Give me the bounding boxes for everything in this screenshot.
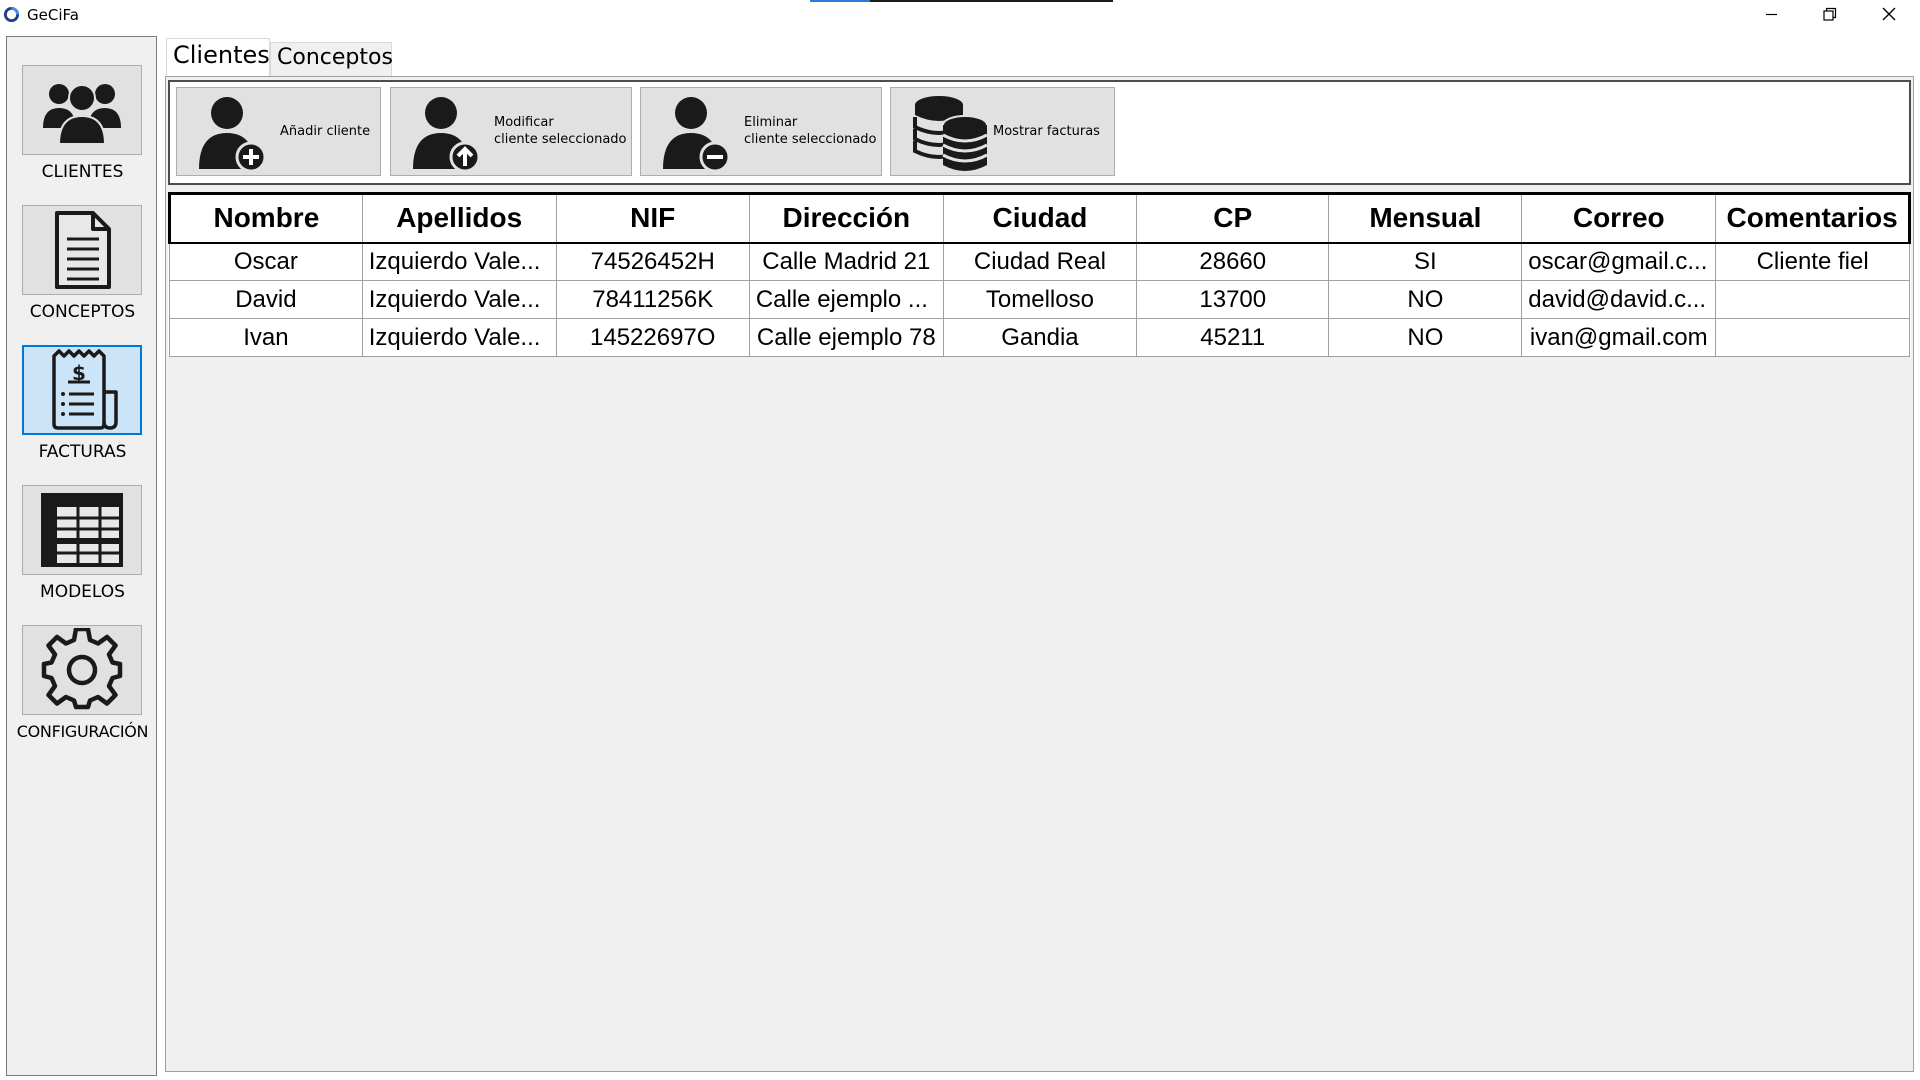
column-header-apellidos[interactable]: Apellidos (361, 192, 557, 244)
cell-nif[interactable]: 78411256K (555, 280, 750, 319)
cell-correo[interactable]: oscar@gmail.c... (1521, 242, 1717, 281)
cell-cp[interactable]: 45211 (1136, 318, 1330, 357)
cell-apellidos[interactable]: Izquierdo Vale... (361, 280, 557, 319)
table-row[interactable]: Oscar Izquierdo Vale... 74526452H Calle … (169, 242, 1910, 281)
cell-direccion[interactable]: Calle ejemplo ... (748, 280, 944, 319)
window-title: GeCiFa (27, 6, 79, 24)
sidebar-label-conceptos: CONCEPTOS (29, 302, 136, 322)
clientes-panel: Añadir cliente Modificar cliente selecci… (165, 76, 1914, 1072)
cell-comentarios[interactable] (1715, 280, 1910, 319)
users-icon (43, 84, 121, 145)
cell-apellidos[interactable]: Izquierdo Vale... (361, 242, 557, 281)
show-invoices-button[interactable]: Mostrar facturas (890, 87, 1115, 176)
column-header-direccion[interactable]: Dirección (748, 192, 944, 244)
sidebar: CLIENTES CONCEPTOS $ FACTURAS MODELOS CO… (6, 36, 157, 1076)
title-progress-indicator (810, 0, 870, 2)
table-row[interactable]: David Izquierdo Vale... 78411256K Calle … (169, 280, 1910, 319)
gear-icon (41, 628, 123, 710)
column-header-ciudad[interactable]: Ciudad (942, 192, 1138, 244)
edit-user-icon (413, 97, 481, 173)
sidebar-button-clientes[interactable] (22, 65, 142, 155)
add-client-button[interactable]: Añadir cliente (176, 87, 381, 176)
cell-apellidos[interactable]: Izquierdo Vale... (361, 318, 557, 357)
cell-comentarios[interactable]: Cliente fiel (1715, 242, 1910, 281)
cell-ciudad[interactable]: Tomelloso (942, 280, 1138, 319)
sidebar-item-configuracion[interactable]: CONFIGURACIÓN (7, 625, 158, 765)
restore-icon[interactable] (1801, 0, 1859, 30)
sidebar-item-facturas[interactable]: $ FACTURAS (7, 345, 158, 485)
delete-client-button[interactable]: Eliminar cliente seleccionado (640, 87, 882, 176)
cell-direccion[interactable]: Calle ejemplo 78 (748, 318, 944, 357)
sidebar-label-configuracion: CONFIGURACIÓN (16, 722, 149, 741)
sidebar-button-facturas[interactable]: $ (22, 345, 142, 435)
cell-direccion[interactable]: Calle Madrid 21 (748, 242, 944, 281)
sidebar-item-conceptos[interactable]: CONCEPTOS (7, 205, 158, 345)
table-header-row: Nombre Apellidos NIF Dirección Ciudad CP… (168, 192, 1911, 244)
column-header-comentarios[interactable]: Comentarios (1715, 192, 1911, 244)
modify-client-label: Modificar cliente seleccionado (494, 115, 627, 147)
cell-correo[interactable]: ivan@gmail.com (1521, 318, 1717, 357)
cell-nif[interactable]: 14522697O (555, 318, 750, 357)
cell-comentarios[interactable] (1715, 318, 1910, 357)
column-header-correo[interactable]: Correo (1521, 192, 1717, 244)
sidebar-label-modelos: MODELOS (40, 582, 125, 602)
sidebar-button-modelos[interactable] (22, 485, 142, 575)
cell-ciudad[interactable]: Gandia (942, 318, 1138, 357)
table-row[interactable]: Ivan Izquierdo Vale... 14522697O Calle e… (169, 318, 1910, 357)
title-bar[interactable]: GeCiFa (0, 0, 1920, 30)
document-icon (55, 211, 111, 289)
minimize-icon[interactable] (1743, 0, 1801, 30)
sidebar-label-clientes: CLIENTES (41, 162, 124, 182)
cell-nombre[interactable]: David (169, 280, 363, 319)
add-user-icon (199, 97, 267, 173)
sidebar-button-conceptos[interactable] (22, 205, 142, 295)
sidebar-label-facturas: FACTURAS (38, 442, 127, 462)
cell-nombre[interactable]: Ivan (169, 318, 363, 357)
column-header-nombre[interactable]: Nombre (168, 192, 363, 244)
column-header-cp[interactable]: CP (1136, 192, 1330, 244)
close-icon[interactable] (1860, 0, 1918, 30)
clients-table[interactable]: Nombre Apellidos NIF Dirección Ciudad CP… (168, 192, 1911, 357)
app-window: GeCiFa CLIENTES CONCEPTOS $ FACTURAS MOD… (0, 0, 1920, 1080)
invoice-icon: $ (52, 349, 118, 430)
add-client-label: Añadir cliente (280, 124, 371, 139)
tab-conceptos[interactable]: Conceptos (270, 42, 393, 76)
title-progress-track (870, 0, 1113, 2)
cell-mensual[interactable]: NO (1328, 280, 1523, 319)
toolbar: Añadir cliente Modificar cliente selecci… (168, 80, 1911, 185)
modify-client-button[interactable]: Modificar cliente seleccionado (390, 87, 632, 176)
cell-cp[interactable]: 28660 (1136, 242, 1330, 281)
cell-ciudad[interactable]: Ciudad Real (942, 242, 1138, 281)
cell-cp[interactable]: 13700 (1136, 280, 1330, 319)
delete-client-label: Eliminar cliente seleccionado (744, 115, 877, 147)
tab-clientes[interactable]: Clientes (166, 38, 270, 78)
column-header-nif[interactable]: NIF (555, 192, 750, 244)
remove-user-icon (663, 97, 731, 173)
sidebar-item-clientes[interactable]: CLIENTES (7, 65, 158, 205)
sidebar-item-modelos[interactable]: MODELOS (7, 485, 158, 625)
cell-mensual[interactable]: NO (1328, 318, 1523, 357)
app-logo-icon (3, 6, 20, 23)
cell-nombre[interactable]: Oscar (169, 242, 363, 281)
cell-mensual[interactable]: SI (1328, 242, 1523, 281)
sidebar-button-configuracion[interactable] (22, 625, 142, 715)
coins-stack-icon (913, 96, 988, 171)
show-invoices-label: Mostrar facturas (993, 124, 1100, 139)
column-header-mensual[interactable]: Mensual (1328, 192, 1523, 244)
cell-correo[interactable]: david@david.c... (1521, 280, 1717, 319)
table-icon (41, 493, 123, 567)
cell-nif[interactable]: 74526452H (555, 242, 750, 281)
